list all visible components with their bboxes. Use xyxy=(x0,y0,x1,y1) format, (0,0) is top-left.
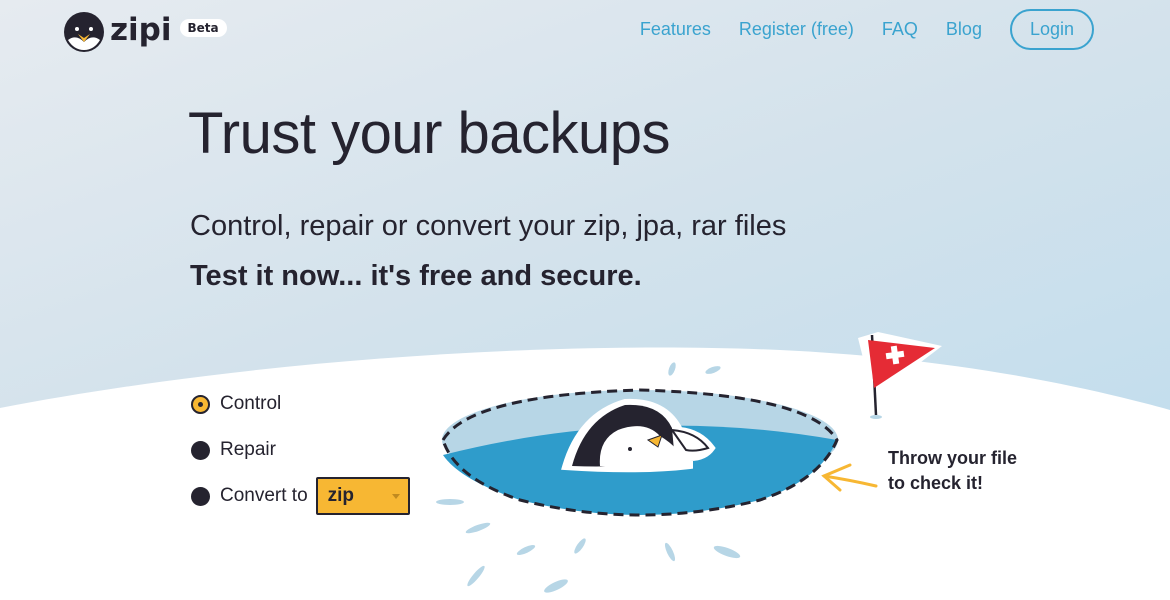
arrow-left-icon xyxy=(821,463,878,492)
drop-zone-illustration[interactable] xyxy=(0,0,1170,600)
callout-line-2: to check it! xyxy=(888,473,984,493)
swiss-flag-icon xyxy=(858,332,942,419)
callout-line-1: Throw your file xyxy=(888,448,1018,468)
dropzone-callout: Throw your file to check it! xyxy=(888,446,1017,496)
